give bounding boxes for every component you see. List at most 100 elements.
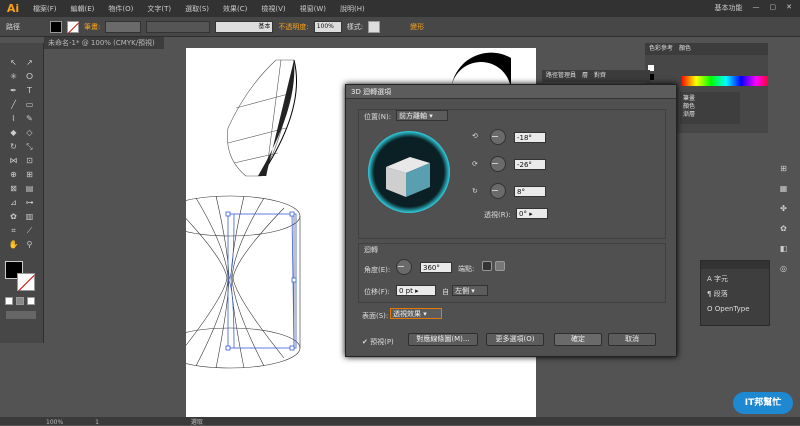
width-tool-icon[interactable]: ⋈ — [8, 155, 19, 166]
panel-item-color[interactable]: 顏色 — [683, 103, 737, 111]
menu-item-5[interactable]: 效果(C) — [216, 4, 254, 14]
blend-tool-icon[interactable]: ⊶ — [24, 197, 35, 208]
surface-select[interactable]: 透視效果 ▾ — [390, 308, 442, 319]
style-swatch[interactable] — [368, 20, 381, 33]
layers-panel-tab-1[interactable]: 層 — [582, 70, 588, 82]
panel-item-opentype[interactable]: O OpenType — [707, 302, 763, 317]
mesh-tool-icon[interactable]: ⊠ — [8, 183, 19, 194]
opentype-icon: O — [707, 305, 713, 313]
direct-selection-tool-icon[interactable]: ↗ — [24, 57, 35, 68]
menu-item-0[interactable]: 檔案(F) — [26, 4, 64, 14]
gradient-tool-icon[interactable]: ▤ — [24, 183, 35, 194]
maximize-button[interactable]: ▢ — [770, 3, 777, 13]
color-spectrum[interactable] — [681, 76, 771, 86]
color-panel-tab-0[interactable]: 色彩參考 — [649, 43, 673, 55]
lasso-tool-icon[interactable]: ⵔ — [24, 71, 35, 82]
panel-item-paragraph[interactable]: ¶ 段落 — [707, 287, 763, 302]
cap-off-button[interactable] — [495, 261, 505, 271]
transform-label[interactable]: 變形 — [410, 22, 424, 32]
magic-wand-tool-icon[interactable]: ✳ — [8, 71, 19, 82]
menu-item-4[interactable]: 選取(S) — [178, 4, 216, 14]
scale-tool-icon[interactable]: ⤡ — [24, 141, 35, 152]
preview-checkbox[interactable]: ✔ 預視(P) — [362, 337, 394, 347]
color-panel-tab-1[interactable]: 顏色 — [679, 43, 691, 55]
symbols-panel-icon[interactable]: ✿ — [778, 223, 789, 234]
align-panel-icon[interactable]: ⊞ — [778, 163, 789, 174]
gradient-mode-icon[interactable] — [16, 297, 24, 305]
perspective-grid-tool-icon[interactable]: ⊞ — [24, 169, 35, 180]
opacity-label[interactable]: 不透明度: — [278, 22, 308, 32]
cancel-button[interactable]: 取消 — [608, 333, 656, 346]
fill-swatch[interactable] — [50, 20, 62, 33]
panel-item-stroke[interactable]: 筆畫 — [683, 95, 737, 103]
symbol-sprayer-tool-icon[interactable]: ✿ — [8, 211, 19, 222]
stroke-swatch[interactable] — [67, 20, 79, 33]
shape-builder-tool-icon[interactable]: ⊕ — [8, 169, 19, 180]
rotate-tool-icon[interactable]: ↻ — [8, 141, 19, 152]
eraser-tool-icon[interactable]: ◇ — [24, 127, 35, 138]
opacity-field[interactable]: 100% — [313, 20, 342, 33]
pencil-tool-icon[interactable]: ✎ — [24, 113, 35, 124]
from-select[interactable]: 左側 ▾ — [452, 285, 488, 296]
x-axis-angle-field[interactable]: -18° — [514, 132, 546, 143]
more-options-button[interactable]: 更多選項(O) — [486, 333, 544, 346]
layers-panel-tab-0[interactable]: 路徑管理員 — [546, 70, 576, 82]
stroke-label[interactable]: 筆畫: — [84, 22, 100, 32]
line-tool-icon[interactable]: ╱ — [8, 99, 19, 110]
panel-item-character[interactable]: A 字元 — [707, 272, 763, 287]
slice-tool-icon[interactable]: ⟋ — [24, 225, 35, 236]
graph-tool-icon[interactable]: ▥ — [24, 211, 35, 222]
menu-item-6[interactable]: 檢視(V) — [254, 4, 292, 14]
free-transform-tool-icon[interactable]: ⊡ — [24, 155, 35, 166]
menu-item-3[interactable]: 文字(T) — [140, 4, 178, 14]
dialog-title[interactable]: 3D 迴轉選項 — [346, 85, 676, 99]
ok-button[interactable]: 確定 — [554, 333, 602, 346]
artboard-tool-icon[interactable]: ⌗ — [8, 225, 19, 236]
close-button[interactable]: ✕ — [786, 3, 792, 13]
draw-mode-icon[interactable] — [6, 311, 36, 319]
menu-item-7[interactable]: 視窗(W) — [293, 4, 333, 14]
cap-on-button[interactable] — [482, 261, 492, 271]
brushes-panel-icon[interactable]: ✤ — [778, 203, 789, 214]
none-mode-icon[interactable] — [27, 297, 35, 305]
z-axis-angle-field[interactable]: 8° — [514, 186, 546, 197]
zoom-tool-icon[interactable]: ⚲ — [24, 239, 35, 250]
appearance-panel-icon[interactable]: ◎ — [778, 263, 789, 274]
blob-brush-tool-icon[interactable]: ◆ — [8, 127, 19, 138]
type-tool-icon[interactable]: T — [24, 85, 35, 96]
menu-item-2[interactable]: 物件(O) — [101, 4, 140, 14]
rectangle-tool-icon[interactable]: ▭ — [24, 99, 35, 110]
graphic-styles-panel-icon[interactable]: ◧ — [778, 243, 789, 254]
stroke-color-box[interactable] — [17, 273, 35, 292]
variable-width-field[interactable] — [146, 20, 211, 33]
hand-tool-icon[interactable]: ✋ — [8, 239, 19, 250]
minimize-button[interactable]: — — [753, 3, 760, 13]
brush-profile-field[interactable]: 基本 — [215, 20, 274, 33]
right-dock-strip: ⊞ ▦ ✤ ✿ ◧ ◎ — [768, 43, 800, 425]
pen-tool-icon[interactable]: ✒ — [8, 85, 19, 96]
character-icon: A — [707, 275, 712, 283]
stroke-weight-field[interactable] — [105, 20, 142, 33]
y-axis-angle-field[interactable]: -26° — [514, 159, 546, 170]
perspective-field[interactable]: 0° ▸ — [516, 208, 548, 219]
x-axis-dial[interactable] — [490, 129, 506, 145]
angle-field[interactable]: 360° — [420, 262, 452, 273]
y-axis-dial[interactable] — [490, 156, 506, 172]
menu-item-1[interactable]: 編輯(E) — [64, 4, 102, 14]
workspace-switcher[interactable]: 基本功能 — [715, 3, 743, 13]
angle-dial[interactable] — [396, 259, 412, 275]
color-mode-icon[interactable] — [5, 297, 13, 305]
paintbrush-tool-icon[interactable]: ⌇ — [8, 113, 19, 124]
z-axis-dial[interactable] — [490, 183, 506, 199]
menu-item-8[interactable]: 說明(H) — [333, 4, 372, 14]
panel-item-gradient[interactable]: 漸層 — [683, 111, 737, 119]
layers-panel-tab-2[interactable]: 對齊 — [594, 70, 606, 82]
offset-field[interactable]: 0 pt ▸ — [396, 285, 436, 296]
eyedropper-tool-icon[interactable]: ⊿ — [8, 197, 19, 208]
selection-tool-icon[interactable]: ↖ — [8, 57, 19, 68]
swatches-panel-icon[interactable]: ▦ — [778, 183, 789, 194]
position-select[interactable]: 前方離軸 ▾ — [396, 110, 448, 121]
document-tab[interactable]: 未命名-1* @ 100% (CMYK/預視) — [44, 37, 164, 49]
map-art-button[interactable]: 對應線條圖(M)... — [408, 333, 478, 346]
rotation-track-cube[interactable] — [368, 131, 450, 213]
